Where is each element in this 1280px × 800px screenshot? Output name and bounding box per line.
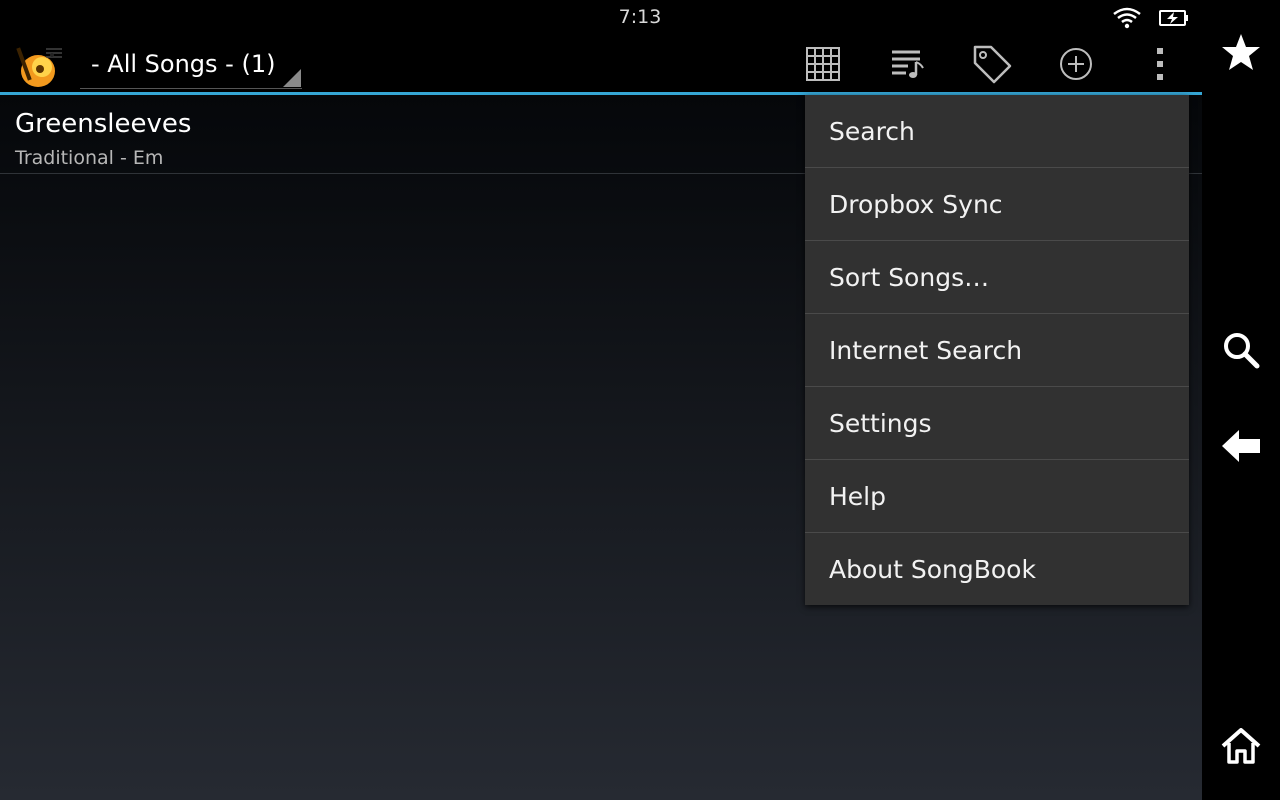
status-icons: [1112, 7, 1190, 33]
menu-item-internet-search[interactable]: Internet Search: [805, 314, 1189, 387]
setlist-icon: [890, 48, 926, 84]
chord-grid-button[interactable]: [793, 40, 853, 92]
back-button[interactable]: [1202, 418, 1280, 478]
battery-charging-icon: [1158, 7, 1190, 33]
song-title: Greensleeves: [15, 109, 192, 139]
back-icon: [1221, 429, 1261, 467]
menu-item-help[interactable]: Help: [805, 460, 1189, 533]
overflow-menu-button[interactable]: [1130, 40, 1190, 92]
menu-item-search[interactable]: Search: [805, 95, 1189, 168]
favorites-button[interactable]: [1202, 24, 1280, 84]
overflow-menu: Search Dropbox Sync Sort Songs… Internet…: [805, 95, 1189, 605]
song-list-spinner[interactable]: - All Songs - (1): [80, 44, 302, 89]
add-song-button[interactable]: [1046, 40, 1106, 92]
tag-icon: [971, 43, 1013, 89]
wifi-icon: [1112, 7, 1142, 33]
menu-item-settings[interactable]: Settings: [805, 387, 1189, 460]
tag-button[interactable]: [962, 40, 1022, 92]
status-clock: 7:13: [618, 6, 662, 28]
setlist-button[interactable]: [878, 40, 938, 92]
songbook-guitar-icon[interactable]: [16, 41, 64, 89]
home-icon: [1221, 728, 1261, 768]
spinner-dropdown-indicator: [283, 69, 301, 87]
search-icon: [1222, 331, 1260, 373]
star-icon: [1221, 33, 1261, 75]
chord-grid-icon: [806, 47, 840, 85]
menu-item-dropbox-sync[interactable]: Dropbox Sync: [805, 168, 1189, 241]
menu-item-about[interactable]: About SongBook: [805, 533, 1189, 606]
menu-item-sort-songs[interactable]: Sort Songs…: [805, 241, 1189, 314]
overflow-menu-icon: [1155, 47, 1165, 85]
search-nav-button[interactable]: [1202, 322, 1280, 382]
spinner-label: - All Songs - (1): [91, 50, 276, 78]
navigation-bar: [1202, 0, 1280, 800]
song-subtitle: Traditional - Em: [15, 147, 164, 169]
home-button[interactable]: [1202, 718, 1280, 778]
add-icon: [1059, 47, 1093, 85]
